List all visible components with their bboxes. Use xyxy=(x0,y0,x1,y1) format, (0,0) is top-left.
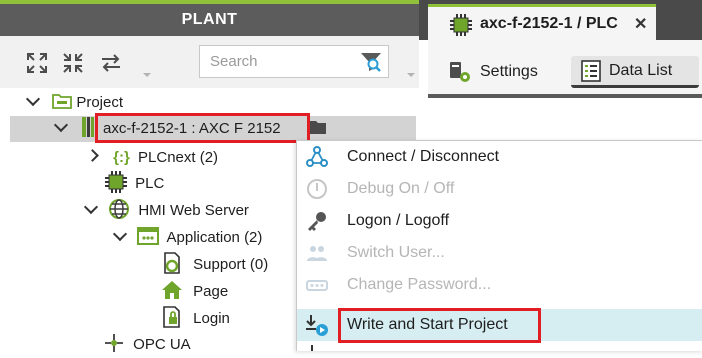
editor-separator xyxy=(428,94,702,98)
tab-label: Data List xyxy=(609,61,673,79)
tree-label: Page xyxy=(193,283,229,300)
chip-icon xyxy=(105,171,127,193)
application-window-icon xyxy=(137,227,160,245)
device-folder-icon xyxy=(310,121,326,134)
tree-item-application[interactable]: Application (2) xyxy=(112,225,263,251)
search-input[interactable] xyxy=(208,52,352,71)
filter-search-icon[interactable] xyxy=(360,51,382,73)
search-options-caret[interactable] xyxy=(407,73,415,77)
change-password-icon xyxy=(305,273,329,297)
home-icon xyxy=(162,281,182,299)
sync-selection-icon[interactable] xyxy=(98,50,124,76)
close-icon[interactable]: ✕ xyxy=(634,14,647,34)
tab-data-list[interactable]: Data List xyxy=(571,56,699,88)
toolbar-more-caret[interactable] xyxy=(143,73,151,77)
next-menu-icon-partial xyxy=(305,345,329,351)
tree-label: Login xyxy=(193,310,230,327)
tab-settings[interactable]: Settings xyxy=(438,56,548,88)
globe-icon xyxy=(109,199,130,219)
tree-label: PLC xyxy=(135,175,165,192)
plant-panel-title: PLANT xyxy=(0,0,419,36)
login-page-icon xyxy=(163,306,180,328)
menu-item-logon[interactable]: Logon / Logoff xyxy=(297,205,702,237)
opcua-icon xyxy=(105,334,123,352)
chevron-down-icon[interactable] xyxy=(53,117,69,133)
write-start-highlight-box xyxy=(338,308,541,343)
settings-device-icon xyxy=(450,62,470,82)
tab-label: Settings xyxy=(480,63,538,80)
menu-item-switch-user: Switch User... xyxy=(297,237,702,269)
tree-label: HMI Web Server xyxy=(138,202,249,219)
collapse-all-icon[interactable] xyxy=(60,50,86,76)
tree-item-plc[interactable]: PLC xyxy=(105,171,164,197)
tree-label: PLCnext (2) xyxy=(138,149,219,166)
switch-user-icon xyxy=(305,241,329,265)
tree-label: Application (2) xyxy=(166,229,263,246)
tree-label: OPC UA xyxy=(133,336,191,353)
menu-item-change-password: Change Password... xyxy=(297,269,702,301)
tree-item-opcua[interactable]: OPC UA xyxy=(103,332,191,358)
controller-device-icon xyxy=(82,117,95,137)
tab-title: axc-f-2152-1 / PLC xyxy=(480,15,618,32)
menu-item-debug: Debug On / Off xyxy=(297,173,702,205)
data-list-icon xyxy=(581,59,601,82)
chevron-down-icon[interactable] xyxy=(112,226,128,242)
tree-item-device[interactable] xyxy=(53,116,95,142)
key-icon xyxy=(305,209,329,233)
debug-icon xyxy=(305,177,329,201)
tree-item-plcnext[interactable]: {:} PLCnext (2) xyxy=(86,145,219,171)
plant-search[interactable] xyxy=(199,45,389,78)
menu-item-connect[interactable]: Connect / Disconnect xyxy=(297,141,702,173)
chevron-down-icon[interactable] xyxy=(83,199,99,215)
network-icon xyxy=(305,145,329,169)
tree-item-login[interactable]: Login xyxy=(161,306,230,332)
tab-plc-editor[interactable]: axc-f-2152-1 / PLC ✕ xyxy=(428,4,656,40)
support-page-icon xyxy=(164,252,180,274)
tree-item-page[interactable]: Page xyxy=(161,279,228,305)
expand-all-icon[interactable] xyxy=(24,50,50,76)
project-folder-icon xyxy=(52,94,73,109)
write-start-icon xyxy=(305,313,329,337)
tree-item-hmi-web-server[interactable]: HMI Web Server xyxy=(83,198,249,224)
chevron-down-icon[interactable] xyxy=(25,91,41,107)
tree-label: Project xyxy=(76,94,124,111)
chip-icon xyxy=(450,14,472,36)
tree-item-support[interactable]: Support (0) xyxy=(161,252,268,278)
plcnext-brace-icon: {:} xyxy=(113,149,130,166)
device-label[interactable]: axc-f-2152-1 : AXC F 2152 xyxy=(103,116,281,142)
chevron-right-icon[interactable] xyxy=(86,149,99,162)
tree-label: Support (0) xyxy=(193,256,269,273)
